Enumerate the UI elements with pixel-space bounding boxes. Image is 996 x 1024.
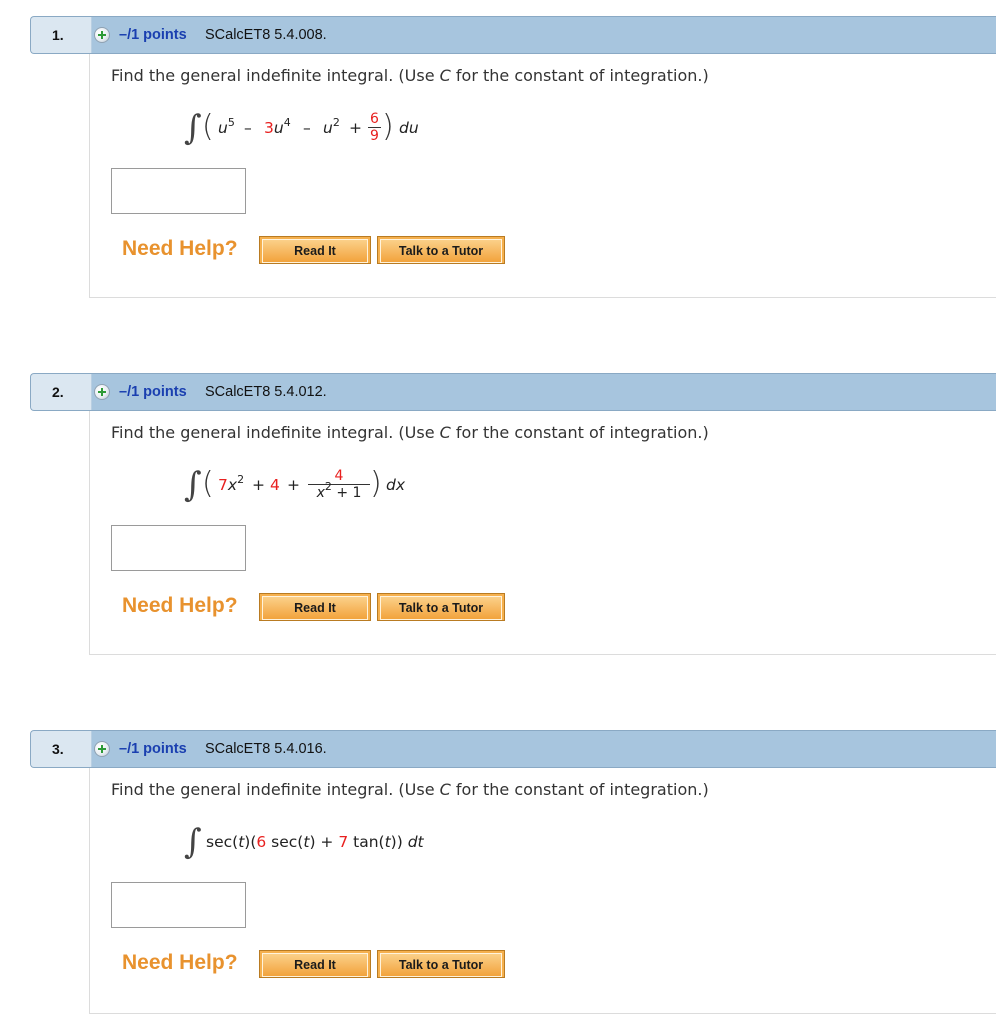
integral-sign-icon: ∫ [184, 108, 202, 148]
term-3: u2 [323, 116, 340, 137]
question-header: 3. –/1 points SCalcET8 5.4.016. [30, 730, 996, 768]
need-help-label: Need Help? [122, 951, 238, 974]
prompt-variable: C [439, 423, 451, 442]
prompt-text: for the constant of integration.) [450, 66, 709, 85]
question-code: SCalcET8 5.4.012. [205, 384, 327, 400]
integral-expression: ∫ sec(t)(6 sec(t) + 7 tan(t)) dt [184, 822, 544, 866]
need-help-label: Need Help? [122, 237, 238, 260]
question-header: 1. –/1 points SCalcET8 5.4.008. [30, 16, 996, 54]
integral-sign-icon: ∫ [184, 822, 202, 862]
question-number: 2. [31, 374, 92, 410]
term-1: u5 [218, 116, 235, 137]
prompt-variable: C [439, 780, 451, 799]
operator: – [244, 119, 252, 137]
button-label: Read It [262, 596, 368, 620]
points-label: –/1 points [119, 27, 187, 43]
read-it-button[interactable]: Read It [259, 593, 371, 621]
prompt-variable: C [439, 66, 451, 85]
talk-to-tutor-button[interactable]: Talk to a Tutor [377, 593, 505, 621]
button-label: Read It [262, 239, 368, 263]
differential: du [399, 119, 419, 137]
question-body: Find the general indefinite integral. (U… [89, 54, 996, 298]
question-header: 2. –/1 points SCalcET8 5.4.012. [30, 373, 996, 411]
expand-plus-icon[interactable] [94, 741, 110, 757]
question-body: Find the general indefinite integral. (U… [89, 411, 996, 655]
question-prompt: Find the general indefinite integral. (U… [111, 66, 709, 85]
fraction: 6 9 [368, 111, 381, 144]
read-it-button[interactable]: Read It [259, 236, 371, 264]
right-paren-icon: ) [382, 109, 394, 144]
left-paren-icon: ( [202, 466, 214, 501]
integral-sign-icon: ∫ [184, 465, 202, 505]
read-it-button[interactable]: Read It [259, 950, 371, 978]
points-label: –/1 points [119, 741, 187, 757]
prompt-text: for the constant of integration.) [450, 780, 709, 799]
question-prompt: Find the general indefinite integral. (U… [111, 780, 709, 799]
prompt-text: for the constant of integration.) [450, 423, 709, 442]
integral-expression: ∫ ( u5 – 3u4 – u2 + 6 9 ) du [184, 108, 524, 152]
operator: + [252, 476, 265, 494]
operator: + [349, 119, 362, 137]
right-paren-icon: ) [370, 466, 382, 501]
differential: dx [386, 476, 406, 494]
question-code: SCalcET8 5.4.016. [205, 741, 327, 757]
integral-expression: ∫ ( 7x2 + 4 + 4 x2 + 1 ) dx [184, 465, 544, 509]
expand-plus-icon[interactable] [94, 27, 110, 43]
question-code: SCalcET8 5.4.008. [205, 27, 327, 43]
prompt-text: Find the general indefinite integral. (U… [111, 423, 440, 442]
question-prompt: Find the general indefinite integral. (U… [111, 423, 709, 442]
term-2: 3u4 [264, 116, 291, 137]
term-1: 7x2 [218, 473, 245, 494]
button-label: Read It [262, 953, 368, 977]
constant-term: 4 [270, 476, 280, 494]
fraction: 4 x2 + 1 [308, 468, 370, 501]
question-body: Find the general indefinite integral. (U… [89, 768, 996, 1014]
talk-to-tutor-button[interactable]: Talk to a Tutor [377, 950, 505, 978]
prompt-text: Find the general indefinite integral. (U… [111, 780, 440, 799]
question-number: 3. [31, 731, 92, 767]
talk-to-tutor-button[interactable]: Talk to a Tutor [377, 236, 505, 264]
prompt-text: Find the general indefinite integral. (U… [111, 66, 440, 85]
button-label: Talk to a Tutor [380, 953, 502, 977]
points-label: –/1 points [119, 384, 187, 400]
operator: + [287, 476, 300, 494]
answer-input[interactable] [111, 882, 246, 928]
operator: – [303, 119, 311, 137]
expand-plus-icon[interactable] [94, 384, 110, 400]
button-label: Talk to a Tutor [380, 239, 502, 263]
need-help-label: Need Help? [122, 594, 238, 617]
left-paren-icon: ( [202, 109, 214, 144]
answer-input[interactable] [111, 525, 246, 571]
answer-input[interactable] [111, 168, 246, 214]
button-label: Talk to a Tutor [380, 596, 502, 620]
integrand: sec(t)(6 sec(t) + 7 tan(t)) dt [206, 833, 424, 851]
question-number: 1. [31, 17, 92, 53]
